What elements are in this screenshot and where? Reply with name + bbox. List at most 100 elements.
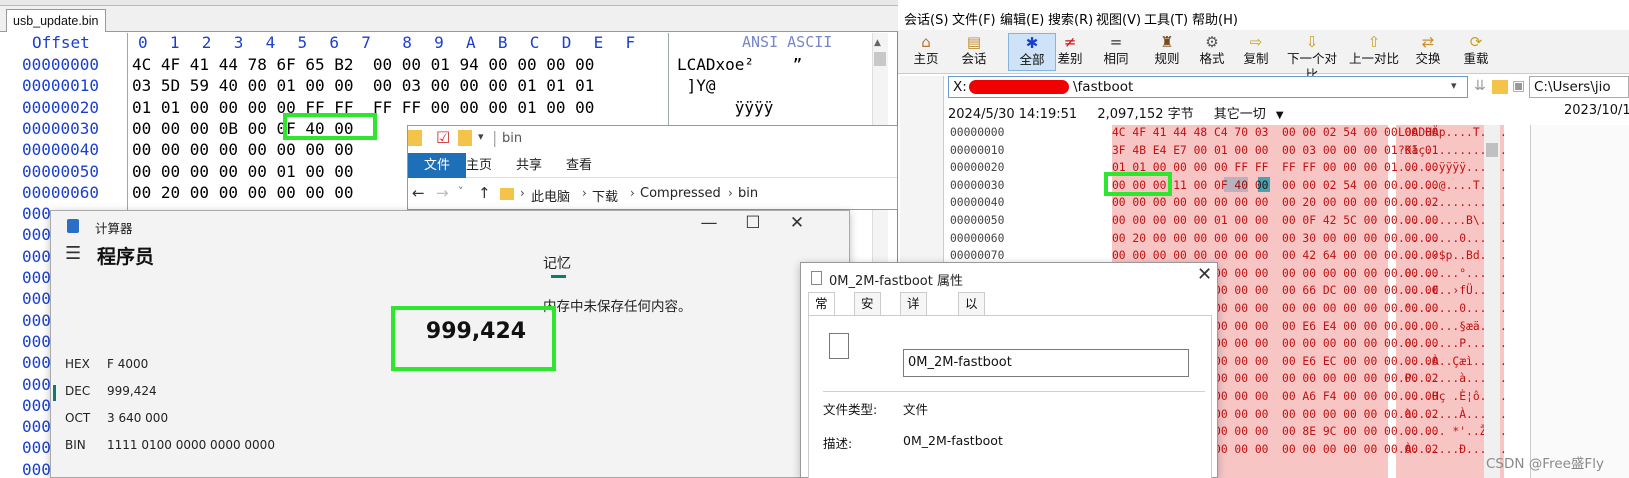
calculator-mode-title: 程序员 <box>97 246 155 268</box>
ribbon-tab-share[interactable]: 共享 <box>516 153 542 178</box>
row-hex-bytes[interactable]: 03 5D 59 40 00 01 00 00 00 03 00 00 00 0… <box>132 76 594 95</box>
filter-dropdown-icon[interactable]: ▼ <box>1276 110 1284 121</box>
compare-row-hex[interactable]: 00 00 00 00 00 00 00 00 00 42 64 00 00 0… <box>1112 249 1438 262</box>
toolbar-button-9[interactable]: ⇧ 上一对比 <box>1344 33 1404 71</box>
tab-security[interactable]: 安全 <box>854 292 881 333</box>
ribbon-tab-home[interactable]: 主页 <box>466 153 492 178</box>
compare-row-hex[interactable]: 00 00 00 00 00 01 00 00 00 0F 42 5C 00 0… <box>1112 214 1438 227</box>
ribbon-tab-file[interactable]: 文件 <box>408 153 466 178</box>
toolbar-button-11[interactable]: ⟳ 重载 <box>1446 33 1506 71</box>
row-ascii: LCADxoe² ” <box>677 55 803 74</box>
recent-dropdown-icon[interactable]: ˅ <box>458 185 464 198</box>
memory-tab[interactable]: 记忆 <box>543 253 571 273</box>
toolbar-button-6[interactable]: ⚙ 格式 <box>1188 33 1236 71</box>
menu-item[interactable]: 帮助(H) <box>1192 9 1238 28</box>
title-divider: | <box>492 128 498 147</box>
column-header: 2 <box>201 33 212 52</box>
new-folder-icon[interactable] <box>458 130 472 146</box>
breadcrumb-downloads[interactable]: 下载 <box>592 186 618 205</box>
path-dropdown-icon[interactable]: ▾ <box>1451 79 1457 92</box>
properties-check-icon[interactable]: ☑ <box>436 128 450 147</box>
highlight-box-0f4000-compare <box>1104 172 1172 196</box>
hamburger-menu-icon[interactable]: ☰ <box>65 243 81 264</box>
compare-row-hex[interactable]: 3F 4B E4 E7 00 01 00 00 00 03 00 00 00 0… <box>1112 144 1438 157</box>
memory-empty-message: 内存中未保存任何内容。 <box>543 299 692 315</box>
toolbar-button-0[interactable]: ⌂ 主页 <box>902 33 950 71</box>
menu-item[interactable]: 编辑(E) <box>1000 9 1044 28</box>
close-icon[interactable]: ✕ <box>777 213 817 233</box>
browse-folder-icon[interactable] <box>1492 80 1508 94</box>
save-icon[interactable]: ▣ <box>1512 78 1525 94</box>
compare-row-offset: 00000050 <box>950 214 1005 227</box>
file-name-field[interactable]: 0M_2M-fastboot <box>903 349 1189 377</box>
left-scroll-thumb[interactable] <box>874 52 886 66</box>
compare-row-offset: 00000020 <box>950 161 1005 175</box>
row-offset: 000 <box>22 268 51 287</box>
properties-body <box>808 315 1212 478</box>
radix-label-dec[interactable]: DEC <box>65 384 90 398</box>
minimize-icon[interactable]: — <box>689 213 729 233</box>
menu-item[interactable]: 文件(F) <box>952 9 996 28</box>
calculator-window: 计算器 — ☐ ✕ ☰ 程序员 记忆 内存中未保存任何内容。 999,424 H… <box>50 210 850 478</box>
radix-label-oct[interactable]: OCT <box>65 411 90 425</box>
compare-scrollbar[interactable] <box>1484 125 1500 478</box>
toolbar-button-8[interactable]: ⇩ 下一个对比 <box>1282 33 1342 82</box>
row-offset: 000 <box>22 374 51 394</box>
column-header: 9 <box>434 33 444 52</box>
toolbar-button-5[interactable]: ♜ 规则 <box>1143 33 1191 71</box>
filter-select[interactable]: 其它一切 <box>1214 107 1266 122</box>
compare-row-hex[interactable]: 4C 4F 41 44 48 C4 70 03 00 00 02 54 00 0… <box>1112 126 1438 139</box>
breadcrumb-compressed[interactable]: Compressed <box>640 186 721 201</box>
toolbar-button-7[interactable]: ⇨ 复制 <box>1232 33 1280 71</box>
left-path-input[interactable]: X: \fastboot ▾ <box>948 76 1468 98</box>
toolbar-icon: ⚙ <box>1205 33 1219 51</box>
left-file-info: 2024/5/30 14:19:51 2,097,152 字节 其它一切 ▼ <box>948 103 1284 122</box>
tab-previous-versions[interactable]: 以前的版本 <box>958 292 985 399</box>
address-folder-icon <box>500 188 514 200</box>
large-file-icon <box>829 333 849 359</box>
compare-row-hex[interactable]: 00 00 00 00 00 00 00 00 00 20 00 00 00 0… <box>1112 196 1438 209</box>
toolbar-button-3[interactable]: ≠ 差别 <box>1046 33 1094 71</box>
swap-path-icon[interactable]: ⇊ <box>1474 78 1486 94</box>
left-tab-bar: usb_update.bin <box>0 6 898 32</box>
menu-item[interactable]: 视图(V) <box>1096 9 1141 28</box>
radix-label-hex[interactable]: HEX <box>65 357 90 371</box>
row-hex-bytes[interactable]: 00 20 00 00 00 00 00 00 <box>132 183 354 202</box>
maximize-icon[interactable]: ☐ <box>733 213 773 233</box>
menu-item[interactable]: 工具(T) <box>1144 9 1188 28</box>
menu-item[interactable]: 会话(S) <box>904 9 948 28</box>
quick-access-dropdown-icon[interactable]: ▾ <box>478 130 484 143</box>
address-separator-icon: › <box>520 186 525 200</box>
address-separator-icon: › <box>582 186 587 200</box>
row-hex-bytes[interactable]: 4C 4F 41 44 78 6F 65 B2 00 00 01 94 00 0… <box>132 55 594 74</box>
tab-general[interactable]: 常规 <box>808 292 835 333</box>
right-path-text: C:\Users\jio <box>1534 79 1611 95</box>
explorer-ribbon: 文件 主页 共享 查看 <box>408 153 897 178</box>
left-path-prefix: X: <box>953 79 967 95</box>
ribbon-tab-view[interactable]: 查看 <box>566 153 592 178</box>
breadcrumb-this-pc[interactable]: 此电脑 <box>531 186 570 205</box>
row-offset: 000 <box>22 310 51 330</box>
row-hex-bytes[interactable]: 00 00 00 00 00 01 00 00 <box>132 162 354 181</box>
properties-title: 0M_2M-fastboot 属性 <box>829 274 963 289</box>
tab-details[interactable]: 详细信息 <box>900 292 927 377</box>
radix-label-bin[interactable]: BIN <box>65 438 86 452</box>
scroll-up-icon[interactable]: ▲ <box>874 38 881 48</box>
file-type-value: 文件 <box>903 402 929 417</box>
right-path-input[interactable]: C:\Users\jio <box>1529 76 1629 98</box>
compare-row-hex[interactable]: 00 20 00 00 00 00 00 00 00 30 00 00 00 0… <box>1112 232 1438 245</box>
up-arrow-icon[interactable]: ↑ <box>478 184 491 202</box>
compare-scroll-thumb[interactable] <box>1486 143 1498 157</box>
toolbar-button-4[interactable]: = 相同 <box>1092 33 1140 71</box>
row-hex-bytes[interactable]: 00 00 00 00 00 00 00 00 <box>132 140 354 159</box>
toolbar-button-1[interactable]: ▤ 会话 <box>950 33 998 71</box>
column-header: E <box>593 33 604 52</box>
toolbar-icon: ⌂ <box>921 33 931 51</box>
breadcrumb-bin[interactable]: bin <box>738 186 758 201</box>
file-tab-usb-update[interactable]: usb_update.bin <box>6 9 106 32</box>
forward-arrow-icon[interactable]: → <box>436 184 449 202</box>
description-label: 描述: <box>823 436 853 451</box>
back-arrow-icon[interactable]: ← <box>412 184 425 202</box>
menu-item[interactable]: 搜索(R) <box>1048 9 1093 28</box>
close-icon[interactable]: ✕ <box>1197 264 1212 285</box>
